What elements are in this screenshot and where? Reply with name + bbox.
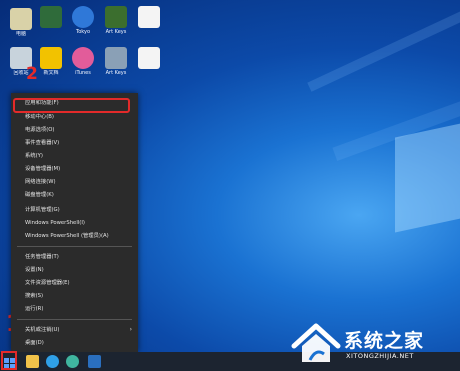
menu-item-desktop[interactable]: 桌面(D) (11, 337, 138, 349)
winx-context-menu: 应用和功能(F) 移动中心(B) 电源选项(O) 事件查看器(V) 系统(Y) … (11, 93, 138, 352)
watermark-title: 系统之家 (344, 330, 425, 352)
step-2-annotation: 2 (26, 64, 38, 84)
menu-item-label: 关机或注销(U) (25, 327, 60, 333)
edge-icon[interactable] (66, 355, 79, 368)
house-logo-icon (291, 323, 341, 362)
desktop-icon-label: Art Keys (105, 70, 127, 76)
menu-separator (17, 246, 132, 247)
highlight-box (13, 98, 130, 113)
computer-icon (10, 8, 32, 30)
start-highlight-box (1, 351, 17, 370)
document-icon (138, 6, 160, 28)
desktop-icon-new-doc[interactable]: 新文档 (34, 47, 68, 77)
menu-item-powershell[interactable]: Windows PowerShell(I) (11, 217, 138, 229)
desktop-icon-label: 电脑 (15, 31, 26, 37)
document-icon (138, 47, 160, 69)
menu-item-file-explorer[interactable]: 文件资源管理器(E) (11, 277, 138, 289)
tokyo-app-icon (72, 6, 94, 28)
watermark-url: XITONGZHIJIA.NET (346, 352, 414, 360)
desktop-icon-document[interactable] (132, 6, 166, 29)
menu-item-computer-management[interactable]: 计算机管理(G) (11, 204, 138, 216)
menu-item-event-viewer[interactable]: 事件查看器(V) (11, 137, 138, 149)
file-explorer-icon[interactable] (26, 355, 39, 368)
desktop-icon-label: Art Keys (105, 29, 127, 35)
menu-item-power-options[interactable]: 电源选项(O) (11, 124, 138, 136)
folder-icon (40, 47, 62, 69)
menu-item-system[interactable]: 系统(Y) (11, 150, 138, 162)
desktop-icon-label: iTunes (75, 70, 91, 76)
watermark: 系统之家 XITONGZHIJIA.NET (290, 318, 460, 368)
menu-item-shutdown[interactable]: 关机或注销(U) › (11, 324, 138, 336)
desktop-icon-computer[interactable]: 电脑 (4, 8, 38, 38)
photoshop-icon[interactable] (88, 355, 101, 368)
desktop: 电脑 Tokyo Art Keys 回收站 新文档 iTunes Art Key… (0, 0, 460, 371)
browser-icon[interactable] (46, 355, 59, 368)
pen-icon (105, 47, 127, 69)
menu-item-settings[interactable]: 设置(N) (11, 264, 138, 276)
desktop-icon-label: Tokyo (76, 29, 90, 35)
desktop-icon-artkeys-2[interactable]: Art Keys (99, 47, 133, 77)
music-icon (72, 47, 94, 69)
menu-item-search[interactable]: 搜索(S) (11, 290, 138, 302)
chevron-right-icon: › (129, 326, 132, 333)
app-icon (40, 6, 62, 28)
menu-item-network-connections[interactable]: 网络连接(W) (11, 176, 138, 188)
menu-item-task-manager[interactable]: 任务管理器(T) (11, 251, 138, 263)
menu-item-device-manager[interactable]: 设备管理器(M) (11, 163, 138, 175)
menu-item-disk-management[interactable]: 磁盘管理(K) (11, 189, 138, 201)
desktop-icon-artkeys[interactable]: Art Keys (99, 6, 133, 36)
desktop-icon-2[interactable] (34, 6, 68, 29)
brush-icon (105, 6, 127, 28)
desktop-icon-label: 新文档 (43, 70, 59, 76)
menu-separator (17, 319, 132, 320)
desktop-icon-tokyo[interactable]: Tokyo (66, 6, 100, 36)
desktop-icon-itunes[interactable]: iTunes (66, 47, 100, 77)
menu-item-run[interactable]: 运行(R) (11, 303, 138, 315)
menu-item-powershell-admin[interactable]: Windows PowerShell (管理员)(A) (11, 230, 138, 242)
desktop-icon-document-2[interactable] (132, 47, 166, 70)
